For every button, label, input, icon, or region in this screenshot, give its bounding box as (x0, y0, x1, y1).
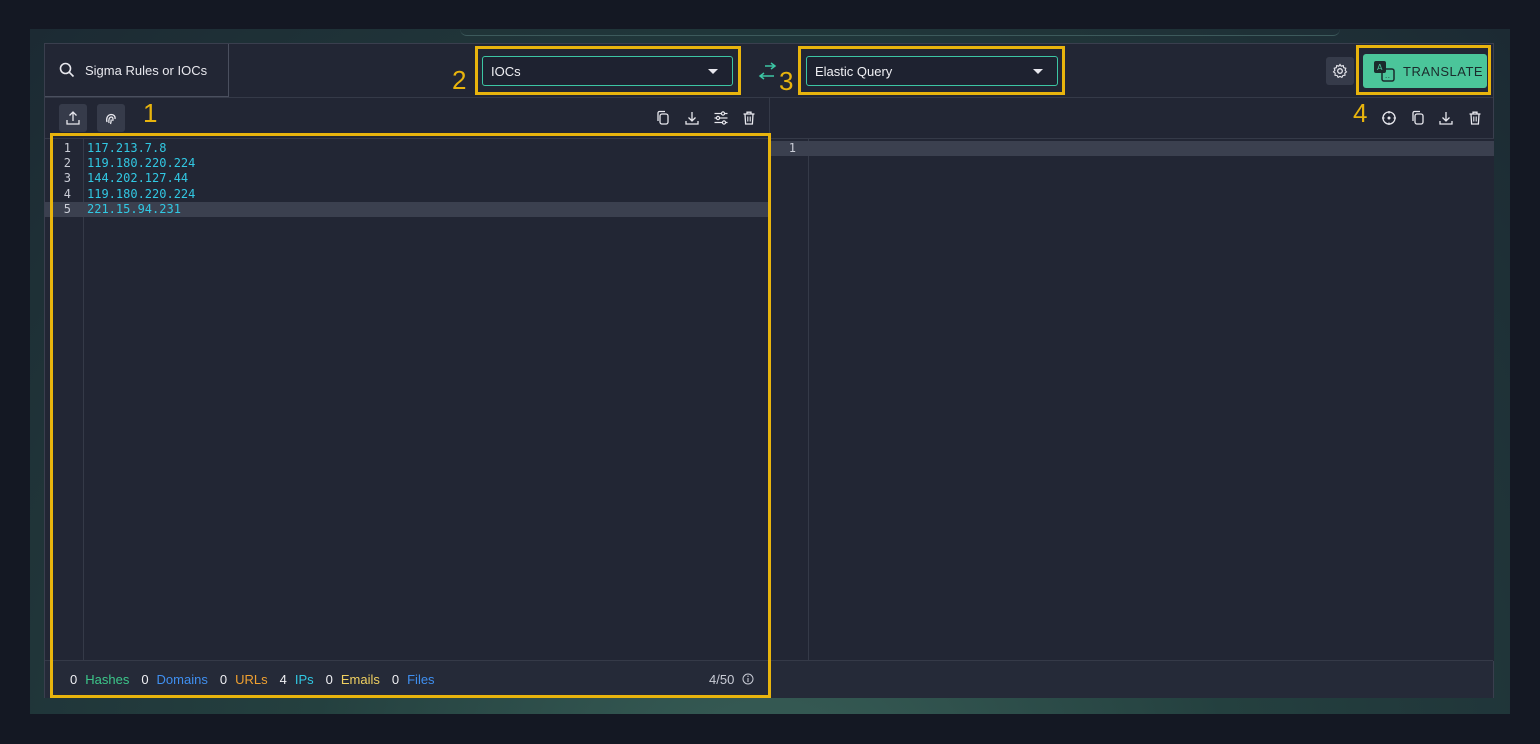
editor-line-active: 1 (770, 141, 1494, 156)
annotation-number-3: 3 (779, 66, 794, 96)
annotation-number-2: 2 (452, 65, 467, 95)
download-right-button[interactable] (1436, 108, 1456, 128)
swap-button[interactable] (757, 62, 781, 84)
swap-arrows-icon (758, 62, 777, 80)
copy-left-button[interactable] (653, 108, 673, 128)
download-icon (685, 112, 699, 125)
search-icon (59, 62, 75, 78)
highlight-box-source (475, 46, 741, 95)
search-label: Sigma Rules or IOCs (85, 62, 208, 78)
crosshair-icon (1382, 111, 1396, 125)
fingerprint-icon (105, 113, 116, 125)
copy-icon (657, 110, 669, 125)
upload-button[interactable] (59, 104, 87, 132)
top-decoration (460, 29, 1340, 36)
upload-icon (66, 111, 80, 125)
gear-icon (1332, 63, 1348, 79)
clear-right-button[interactable] (1465, 108, 1485, 128)
sliders-icon (714, 111, 728, 125)
rule-library-button[interactable] (97, 104, 125, 132)
line-gutter (808, 139, 809, 661)
trash-icon (743, 111, 755, 125)
annotation-number-4: 4 (1353, 98, 1368, 128)
highlight-box-translate (1356, 45, 1491, 95)
search-box[interactable]: Sigma Rules or IOCs (45, 44, 229, 97)
copy-icon (1412, 110, 1424, 125)
trash-icon (1469, 111, 1481, 125)
copy-right-button[interactable] (1408, 108, 1428, 128)
highlight-box-editor (50, 133, 771, 698)
locate-button[interactable] (1379, 108, 1399, 128)
clear-left-button[interactable] (739, 108, 759, 128)
download-icon (1439, 112, 1453, 125)
settings-button[interactable] (1326, 57, 1354, 85)
query-output-editor[interactable]: 1 (770, 138, 1494, 661)
line-number: 1 (788, 141, 796, 155)
annotation-number-1: 1 (143, 98, 158, 128)
download-left-button[interactable] (682, 108, 702, 128)
filter-settings-button[interactable] (711, 108, 731, 128)
highlight-box-target (798, 46, 1065, 95)
